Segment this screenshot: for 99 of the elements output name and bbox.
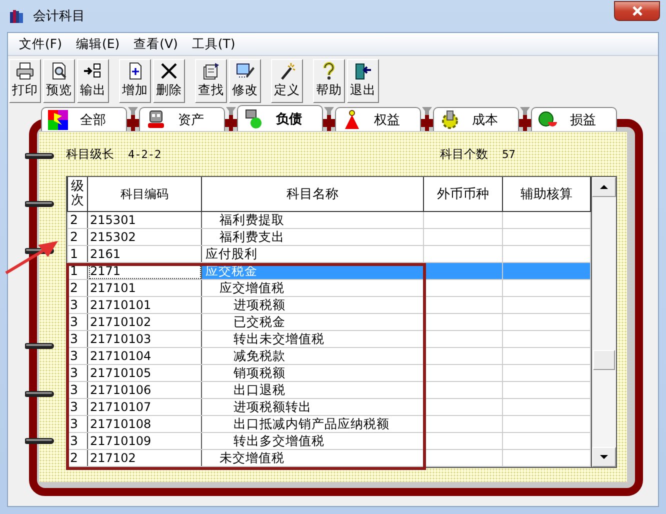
table-cell[interactable]: 销项税额 (202, 364, 424, 382)
table-cell[interactable]: 出口抵减内销产品应纳税额 (202, 416, 424, 432)
table-cell: 2 (68, 228, 88, 246)
watermelon-icon (538, 110, 558, 130)
binder-ring-icon (25, 340, 55, 352)
table-cell[interactable]: 进项税额 (202, 296, 424, 314)
toolbar-button[interactable]: 查找 (195, 59, 227, 103)
table-cell: 3 (68, 432, 88, 450)
close-button[interactable] (614, 1, 660, 21)
table-cell[interactable]: 应交增值税 (202, 280, 424, 296)
scroll-thumb[interactable] (593, 350, 615, 370)
toolbar-button[interactable]: 输出 (77, 59, 109, 103)
scroll-up-button[interactable] (592, 177, 616, 197)
table-cell[interactable]: 应付股利 (202, 246, 424, 262)
table-cell: 2 (68, 212, 88, 228)
column-header: 辅助核算 (502, 177, 591, 212)
table-cell: 3 (68, 296, 88, 314)
close-icon (632, 6, 642, 16)
find-icon (201, 62, 221, 80)
menu-item[interactable]: 查看(V) (126, 36, 185, 52)
info-value: 4-2-2 (128, 148, 162, 160)
table-cell: 21710104 (88, 348, 202, 364)
table-cell: 3 (68, 364, 88, 382)
table-cell: 217101 (88, 280, 202, 296)
info-label: 科目级长 (66, 146, 114, 162)
tab[interactable]: 权益 (335, 107, 421, 131)
tab[interactable]: 成本 (433, 107, 519, 131)
tab[interactable]: 负债 (237, 105, 323, 131)
table-cell: 215302 (88, 228, 202, 246)
tab[interactable]: 资产 (139, 107, 225, 131)
cone-figure-icon (342, 110, 362, 130)
table-cell[interactable]: 减免税款 (202, 348, 424, 364)
window-title: 会计科目 (33, 8, 85, 25)
table-cell: 2 (68, 280, 88, 296)
info-value: 57 (502, 148, 516, 160)
toolbar-button[interactable]: 修改 (229, 59, 261, 103)
column-header: 科目名称 (202, 177, 424, 212)
column-header: 级次 (68, 177, 88, 212)
table-cell: 2 (68, 450, 88, 466)
table-cell: 215301 (88, 212, 202, 228)
table-cell[interactable]: 福利费提取 (202, 212, 424, 228)
binder-ring-icon (25, 435, 55, 447)
menu-item[interactable]: 编辑(E) (68, 36, 127, 52)
toolbar-button[interactable]: 删除 (153, 59, 185, 103)
binder-ring-icon (25, 198, 55, 210)
binder-ring-icon (25, 245, 55, 257)
table-cell: 3 (68, 314, 88, 330)
table-cell: 21710108 (88, 416, 202, 432)
toolbar-button[interactable]: 增加 (119, 59, 151, 103)
printer-icon (15, 62, 35, 80)
toolbar-button[interactable]: 定义 (271, 59, 303, 103)
binder-ring-icon (25, 150, 55, 162)
scroll-down-button[interactable] (592, 447, 616, 467)
table-cell[interactable]: 已交税金 (202, 314, 424, 330)
tab[interactable]: 损益 (531, 107, 617, 131)
table-cell[interactable]: 转出多交增值税 (202, 432, 424, 450)
down-arrow-icon (600, 455, 608, 459)
edit-icon (235, 62, 255, 80)
table-cell: 3 (68, 348, 88, 364)
table-cell: 21710106 (88, 382, 202, 398)
up-arrow-icon (600, 185, 608, 189)
toolbar-button[interactable]: 打印 (9, 59, 41, 103)
column-header: 外币币种 (423, 177, 502, 212)
delete-icon (159, 62, 179, 80)
table-cell[interactable]: 进项税额转出 (202, 398, 424, 416)
column-header: 科目编码 (88, 177, 202, 212)
table-cell: 21710105 (88, 364, 202, 382)
table-cell: 217102 (88, 450, 202, 466)
robot-icon (146, 110, 166, 130)
toolbar-button[interactable]: 帮助 (313, 59, 345, 103)
gear-icon (440, 110, 460, 130)
door-icon (353, 62, 373, 80)
binder-ring-icon (25, 388, 55, 400)
toolbar-button[interactable]: 退出 (347, 59, 379, 103)
table-cell[interactable]: 出口退税 (202, 382, 424, 398)
table-cell: 3 (68, 416, 88, 432)
table-cell: 21710103 (88, 330, 202, 348)
info-label: 科目个数 (440, 146, 488, 162)
ball-figure-icon (244, 108, 264, 128)
table-cell: 21710101 (88, 296, 202, 314)
table-cell: 21710102 (88, 314, 202, 330)
table-cell: 3 (68, 330, 88, 348)
table-cell: 21710107 (88, 398, 202, 416)
toolbar-button[interactable]: 预览 (43, 59, 75, 103)
menu-item[interactable]: 文件(F) (12, 36, 69, 52)
menu-item[interactable]: 工具(T) (184, 36, 242, 52)
table-cell: 3 (68, 382, 88, 398)
export-icon (83, 62, 103, 80)
table-cell[interactable]: 福利费支出 (202, 228, 424, 246)
table-cell[interactable]: 转出未交增值税 (202, 330, 424, 348)
table-cell[interactable]: 未交增值税 (202, 450, 424, 466)
color-squares-icon (48, 110, 68, 130)
table-cell: 3 (68, 398, 88, 416)
books-icon (9, 8, 25, 24)
scrollbar[interactable] (591, 177, 616, 467)
table-cell: 21710109 (88, 432, 202, 450)
table-cell: 2161 (88, 246, 202, 262)
tab[interactable]: 全部 (41, 107, 127, 131)
table-cell: 1 (68, 246, 88, 262)
